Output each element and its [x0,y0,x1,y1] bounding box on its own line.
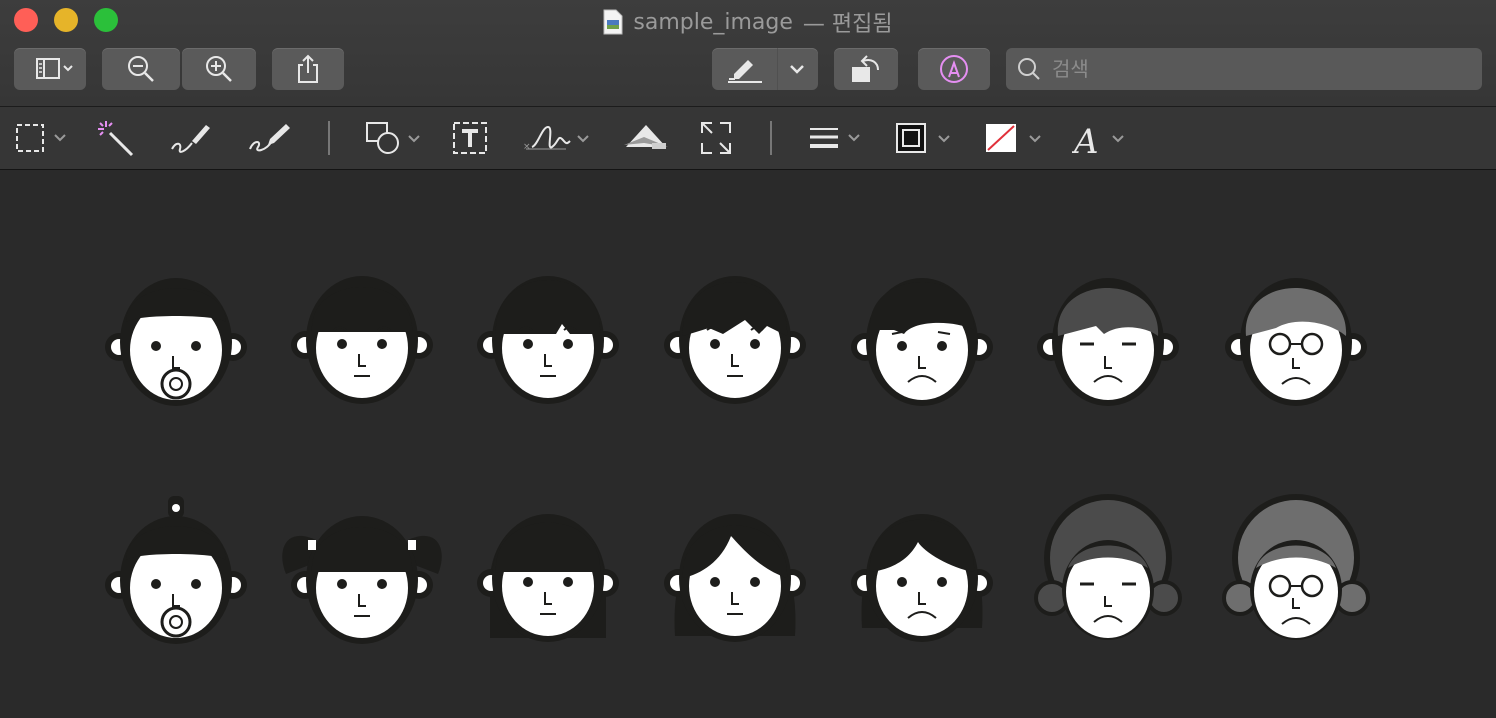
line-style-icon [810,128,860,148]
sidebar-button[interactable] [14,48,86,90]
baby-boy-avatar [105,278,247,406]
share-icon [298,54,318,83]
text-tool[interactable] [452,119,488,157]
baby-girl-avatar [105,496,247,644]
svg-text:×: × [523,142,531,152]
fill-color-icon [986,124,1041,152]
highlight-button[interactable] [712,48,818,90]
highlight-pen-icon [728,48,778,90]
markup-icon [940,55,968,83]
search-field[interactable] [1006,48,1482,90]
avatars-image [105,276,1370,644]
border-color-tool[interactable] [894,119,956,157]
window-title-status: — 편집됨 [802,12,893,37]
girl-bob-avatar [477,514,619,642]
shapes-icon [366,122,420,154]
sidebar-icon [36,58,73,79]
text-style-icon: A [1072,122,1124,157]
toolbar-divider [770,121,772,155]
adjust-size-icon [701,122,731,154]
window-title-filename: sample_image [633,9,793,35]
markup-toolbar-button[interactable] [918,48,990,90]
boy-avatar [291,276,433,404]
image-canvas[interactable] [0,170,1496,718]
zoom-out-button[interactable] [102,48,180,90]
border-color-icon [896,123,950,153]
rotate-button[interactable] [834,48,898,90]
line-style-tool[interactable] [808,119,866,157]
instant-alpha-tool[interactable] [96,119,136,157]
young-woman-avatar [664,514,806,642]
man-avatar [851,278,993,406]
sketch-tool[interactable] [168,119,214,157]
text-style-tool[interactable]: A [1072,119,1132,157]
woman-avatar [851,514,993,642]
search-input[interactable] [1050,48,1482,90]
markup-toolbar: × A [0,107,1496,170]
elderly-man-avatar [1225,278,1367,406]
zoom-out-icon [128,56,154,82]
text-icon [453,122,487,154]
young-man-avatar [664,276,806,404]
zoom-in-icon [206,56,232,82]
draw-tool[interactable] [244,119,294,157]
document-icon [603,9,623,35]
adjust-color-icon [624,125,668,149]
sign-icon: × [523,125,589,152]
older-man-avatar [1037,278,1179,406]
svg-text:A: A [1072,122,1099,157]
draw-icon [249,124,290,152]
rectangular-selection-tool[interactable] [14,119,74,157]
elderly-woman-avatar [1222,494,1370,640]
window-title: sample_image — 편집됨 [0,6,1496,38]
girl-pigtails-avatar [282,516,442,644]
fill-color-tool[interactable] [984,119,1048,157]
chevron-down-icon[interactable] [778,48,818,90]
rectangular-selection-icon [16,124,66,152]
rotate-icon [852,55,879,82]
adjust-size-tool[interactable] [698,119,734,157]
window-titlebar: sample_image — 편집됨 [0,0,1496,107]
older-woman-avatar [1034,494,1182,640]
instant-alpha-icon [98,121,134,157]
search-icon [1018,58,1040,80]
shapes-tool[interactable] [364,119,426,157]
adjust-color-tool[interactable] [622,119,670,157]
sketch-icon [171,125,210,153]
girl-bangs-avatar [477,276,619,404]
sign-tool[interactable]: × [522,119,594,157]
toolbar-divider [328,121,330,155]
share-button[interactable] [272,48,344,90]
zoom-in-button[interactable] [182,48,256,90]
